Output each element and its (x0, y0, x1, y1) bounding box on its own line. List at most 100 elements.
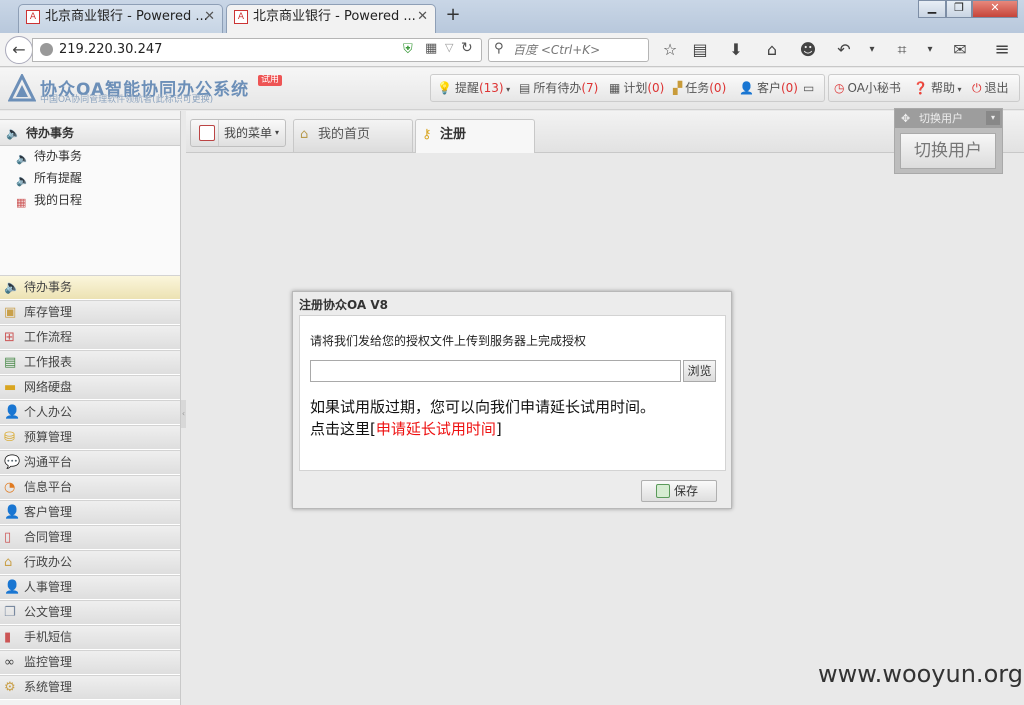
logout-label: 退出 (984, 81, 1009, 95)
browse-button[interactable]: 浏览 (683, 360, 716, 382)
save-button[interactable]: 保存 (641, 480, 717, 502)
sidebar-item-budget[interactable]: ⛁ 预算管理 (0, 425, 180, 450)
rss-icon: ◔ (4, 480, 16, 495)
disk-icon: ▬ (4, 380, 17, 395)
tab-label: 注册 (440, 127, 467, 142)
browser-tab-title: 北京商业银行 - Powered ... (253, 9, 416, 24)
coins-icon: ⛁ (4, 430, 15, 445)
plan-button[interactable]: ▦ 计划(0) (609, 75, 664, 101)
sidebar-item-hr[interactable]: 👤 人事管理 (0, 575, 180, 600)
sidebar-item-documents[interactable]: ❐ 公文管理 (0, 600, 180, 625)
memo-icon[interactable]: ▭ (803, 75, 814, 101)
chevron-down-icon[interactable]: ▾ (986, 111, 1000, 125)
my-menu-button[interactable]: 我的菜单 ▾ (190, 119, 286, 147)
speaker-icon: 🔈 (16, 152, 30, 165)
undo-icon[interactable]: ↶ (833, 40, 855, 60)
smiley-icon[interactable]: ☻ (797, 40, 819, 60)
close-tab-icon[interactable]: ✕ (204, 5, 215, 29)
sidebar-item-label: 行政办公 (24, 555, 73, 569)
switch-user-button[interactable]: 切换用户 (900, 133, 996, 169)
logout-button[interactable]: ⏻ 退出 (972, 75, 1009, 101)
home-icon: ⌂ (300, 127, 309, 142)
home-icon[interactable]: ⌂ (761, 40, 783, 60)
sidebar-item-contracts[interactable]: ▯ 合同管理 (0, 525, 180, 550)
oa-secretary-button[interactable]: ◷ OA小秘书 (834, 75, 901, 101)
sidebar-item-admin[interactable]: ⌂ 行政办公 (0, 550, 180, 575)
sidebar-item-label: 信息平台 (24, 480, 73, 494)
sidebar-item-inventory[interactable]: ▣ 库存管理 (0, 300, 180, 325)
sidebar-item-info[interactable]: ◔ 信息平台 (0, 475, 180, 500)
site-favicon-icon: A (234, 10, 248, 24)
todo-header-label: 待办事务 (26, 126, 75, 140)
customer-button[interactable]: 👤 客户(0) (739, 75, 798, 101)
sidebar-item-sms[interactable]: ▮ 手机短信 (0, 625, 180, 650)
help-button[interactable]: ❓ 帮助 ▾ (913, 75, 962, 103)
remind-button[interactable]: 💡 提醒(13) ▾ (437, 75, 510, 103)
all-pending-button[interactable]: ▤ 所有待办(7) (519, 75, 598, 101)
sidebar-item-label: 个人办公 (24, 405, 73, 419)
sidebar-item-monitor[interactable]: ∞ 监控管理 (0, 650, 180, 675)
hamburger-menu-icon[interactable]: ≡ (991, 40, 1013, 60)
dialog-title: 注册协众OA V8 (299, 298, 388, 312)
todo-panel-header[interactable]: 🔈 待办事务 (0, 119, 180, 146)
sidebar-item-todo[interactable]: 🔈 待办事务 (0, 275, 180, 300)
flowchart-icon: ⊞ (4, 330, 15, 345)
back-button[interactable]: ← (5, 36, 33, 64)
binoculars-icon: ∞ (4, 655, 15, 670)
sidebar-item-system[interactable]: ⚙ 系统管理 (0, 675, 180, 700)
dropdown-icon[interactable]: ▽ (445, 41, 453, 54)
sidebar-item-personal[interactable]: 👤 个人办公 (0, 400, 180, 425)
calendar-icon: ▦ (16, 196, 27, 209)
shield-icon[interactable]: ⛨ (403, 42, 413, 57)
sidebar-item-communication[interactable]: 💬 沟通平台 (0, 450, 180, 475)
chevron-down-icon[interactable]: ▾ (861, 40, 883, 60)
chevron-down-icon[interactable]: ▾ (919, 40, 941, 60)
tab-home[interactable]: ⌂ 我的首页 (293, 119, 413, 152)
crop-icon[interactable]: ⌗ (891, 40, 913, 60)
todo-item-label: 所有提醒 (34, 171, 83, 185)
maximize-window-button[interactable]: ❐ (946, 0, 972, 18)
person-icon: 👤 (4, 405, 21, 420)
qr-code-icon[interactable]: ▦ (425, 41, 437, 56)
todo-item-pending[interactable]: 🔈 待办事务 (16, 146, 82, 166)
sidebar-item-netdisk[interactable]: ▬ 网络硬盘 (0, 375, 180, 400)
expire-line: 如果试用版过期，您可以向我们申请延长试用时间。 (310, 398, 656, 416)
new-tab-button[interactable]: + (442, 5, 464, 27)
sidebar-item-reports[interactable]: ▤ 工作报表 (0, 350, 180, 375)
download-icon[interactable]: ⬇ (725, 40, 747, 60)
bookmark-star-icon[interactable]: ☆ (659, 40, 681, 60)
sidebar-item-workflow[interactable]: ⊞ 工作流程 (0, 325, 180, 350)
clock-icon: ◷ (834, 81, 845, 95)
address-bar[interactable]: 219.220.30.247 ⛨ ▦ ▽ ↻ (32, 38, 482, 62)
extend-trial-link[interactable]: 申请延长试用时间 (376, 420, 496, 438)
person-icon: 👤 (4, 580, 21, 595)
app-toolbar: 💡 提醒(13) ▾ ▤ 所有待办(7) ▦ 计划(0) ▞ 任务(0) 👤 客户(0) … (430, 74, 825, 102)
task-button[interactable]: ▞ 任务(0) (673, 75, 726, 101)
reading-list-icon[interactable]: ▤ (689, 40, 711, 60)
switch-user-header[interactable]: ✥ 切换用户 ▾ (895, 109, 1002, 128)
close-tab-icon[interactable]: ✕ (417, 5, 428, 29)
sidebar-item-label: 工作流程 (24, 330, 73, 344)
search-input[interactable]: ⚲ 百度 <Ctrl+K> (488, 38, 649, 62)
site-info-icon[interactable] (40, 43, 53, 56)
todo-item-schedule[interactable]: ▦ 我的日程 (16, 190, 82, 210)
chat-icon[interactable]: ✉ (949, 40, 971, 60)
menu-icon (199, 125, 215, 141)
tab-register[interactable]: ⚷ 注册 (415, 119, 535, 153)
reload-icon[interactable]: ↻ (461, 40, 473, 56)
sidebar-item-customers[interactable]: 👤 客户管理 (0, 500, 180, 525)
dialog-body: 请将我们发给您的授权文件上传到服务器上完成授权 浏览 如果试用版过期，您可以向我… (299, 315, 726, 471)
user-icon: 👤 (739, 81, 754, 95)
todo-item-reminders[interactable]: 🔈 所有提醒 (16, 168, 82, 188)
phone-icon: ▮ (4, 630, 12, 645)
plan-label: 计划 (623, 81, 648, 95)
license-file-input[interactable] (310, 360, 681, 382)
extend-suffix: ] (495, 420, 502, 438)
browser-tab-1[interactable]: A 北京商业银行 - Powered ... ✕ (18, 4, 223, 33)
close-window-button[interactable]: ✕ (972, 0, 1018, 18)
speaker-icon: 🔈 (16, 174, 30, 187)
minimize-window-button[interactable]: ▁ (918, 0, 946, 18)
document-icon: ▯ (4, 530, 12, 545)
browser-tab-2[interactable]: A 北京商业银行 - Powered ... ✕ (226, 4, 436, 34)
sidebar-item-label: 人事管理 (24, 580, 73, 594)
